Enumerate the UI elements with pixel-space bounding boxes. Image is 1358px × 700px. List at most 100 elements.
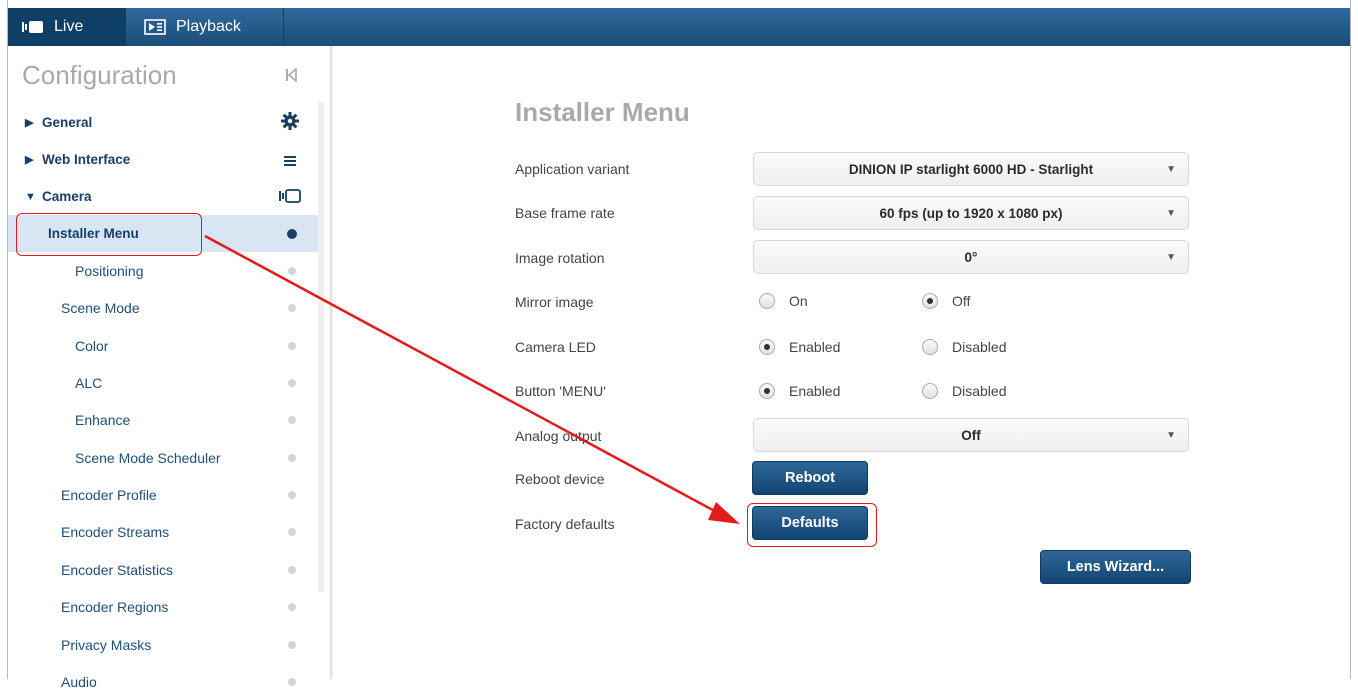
mirror-image-label: Mirror image <box>515 294 594 310</box>
sidebar-item-web-interface[interactable]: ▶ Web Interface <box>8 141 318 178</box>
dot-icon <box>288 640 296 649</box>
sidebar-item-enhance[interactable]: Enhance <box>8 401 318 438</box>
camera-led-disabled-radio[interactable]: Disabled <box>922 339 1006 355</box>
camera-led-label: Camera LED <box>515 339 596 355</box>
sidebar-item-audio[interactable]: Audio <box>8 663 318 700</box>
collapse-sidebar-icon[interactable] <box>285 67 297 87</box>
sidebar-item-privacy-masks[interactable]: Privacy Masks <box>8 626 318 663</box>
sidebar-item-general[interactable]: ▶ General <box>8 104 318 141</box>
camera-icon <box>22 20 44 34</box>
analog-output-label: Analog output <box>515 428 602 444</box>
image-rotation-select[interactable]: 0° ▼ <box>753 240 1189 274</box>
sidebar-item-encoder-profile[interactable]: Encoder Profile <box>8 476 318 513</box>
radio-checked-icon <box>922 293 938 309</box>
menu-lines-icon <box>284 154 296 169</box>
dot-icon <box>288 415 296 424</box>
select-value: Off <box>961 427 981 443</box>
radio-label: On <box>789 293 808 309</box>
select-value: DINION IP starlight 6000 HD - Starlight <box>848 161 1094 177</box>
sidebar-item-scene-mode-scheduler[interactable]: Scene Mode Scheduler <box>8 439 318 476</box>
sidebar-item-scene-mode[interactable]: Scene Mode <box>8 289 318 326</box>
sidebar-item-label: Scene Mode <box>61 299 140 316</box>
sidebar-divider <box>330 46 333 679</box>
base-frame-rate-select[interactable]: 60 fps (up to 1920 x 1080 px) ▼ <box>753 196 1189 230</box>
dot-icon <box>288 341 296 350</box>
sidebar-item-alc[interactable]: ALC <box>8 364 318 401</box>
radio-unchecked-icon <box>922 383 938 399</box>
sidebar-item-label: Web Interface <box>42 152 131 167</box>
sidebar-scrollbar[interactable] <box>318 102 324 592</box>
sidebar-item-label: Scene Mode Scheduler <box>75 449 221 466</box>
camera-icon <box>279 189 301 206</box>
radio-unchecked-icon <box>759 293 775 309</box>
sidebar-item-label: Encoder Regions <box>61 598 169 615</box>
defaults-button[interactable]: Defaults <box>752 506 868 540</box>
radio-label: Enabled <box>789 339 841 355</box>
dot-icon <box>288 453 296 462</box>
sidebar-title: Configuration <box>22 60 177 90</box>
radio-label: Off <box>952 293 971 309</box>
sidebar-item-label: Encoder Statistics <box>61 561 174 578</box>
radio-checked-icon <box>759 339 775 355</box>
button-menu-enabled-radio[interactable]: Enabled <box>759 383 840 399</box>
button-menu-label: Button 'MENU' <box>515 383 606 399</box>
sidebar-item-label: Privacy Masks <box>61 636 152 653</box>
reboot-button[interactable]: Reboot <box>752 461 868 495</box>
tab-playback[interactable]: Playback <box>126 8 284 46</box>
tab-live[interactable]: Live <box>8 8 126 46</box>
dot-icon <box>288 490 296 499</box>
gear-icon <box>281 112 299 133</box>
dot-icon <box>288 565 296 574</box>
sidebar-item-encoder-statistics[interactable]: Encoder Statistics <box>8 551 318 588</box>
sidebar-item-color[interactable]: Color <box>8 327 318 364</box>
button-menu-disabled-radio[interactable]: Disabled <box>922 383 1006 399</box>
playback-icon <box>144 19 166 35</box>
mirror-image-on-radio[interactable]: On <box>759 293 808 309</box>
dropdown-arrow-icon: ▼ <box>1166 208 1176 219</box>
base-frame-rate-label: Base frame rate <box>515 205 615 221</box>
sidebar-item-positioning[interactable]: Positioning <box>8 252 318 289</box>
arrow-head <box>708 502 740 524</box>
dropdown-arrow-icon: ▼ <box>1166 252 1176 263</box>
radio-label: Enabled <box>789 383 841 399</box>
camera-led-enabled-radio[interactable]: Enabled <box>759 339 840 355</box>
page-title: Installer Menu <box>515 97 690 127</box>
dot-icon <box>288 602 296 611</box>
lens-wizard-button[interactable]: Lens Wizard... <box>1040 550 1191 584</box>
dot-icon <box>288 378 296 387</box>
tab-live-label: Live <box>54 18 84 35</box>
factory-defaults-label: Factory defaults <box>515 516 615 532</box>
caret-right-icon: ▶ <box>25 154 34 166</box>
sidebar-item-label: Camera <box>42 189 92 204</box>
sidebar-item-encoder-streams[interactable]: Encoder Streams <box>8 513 318 550</box>
sidebar-item-label: Color <box>75 337 109 354</box>
config-sidebar: Configuration ▶ General ▶ Web Interface … <box>8 46 330 690</box>
sidebar-item-label: Enhance <box>75 411 131 428</box>
application-variant-select[interactable]: DINION IP starlight 6000 HD - Starlight … <box>753 152 1189 186</box>
select-value: 60 fps (up to 1920 x 1080 px) <box>879 205 1063 221</box>
sidebar-item-label: General <box>42 115 93 130</box>
dot-icon <box>288 527 296 536</box>
highlight-installer-menu <box>16 213 202 256</box>
image-rotation-label: Image rotation <box>515 250 605 266</box>
radio-label: Disabled <box>952 339 1007 355</box>
sidebar-item-label: ALC <box>75 374 103 391</box>
dropdown-arrow-icon: ▼ <box>1166 164 1176 175</box>
caret-down-icon: ▼ <box>25 190 36 203</box>
radio-label: Disabled <box>952 383 1007 399</box>
select-value: 0° <box>964 249 978 265</box>
radio-unchecked-icon <box>922 339 938 355</box>
caret-right-icon: ▶ <box>25 117 34 129</box>
tab-playback-label: Playback <box>176 18 241 35</box>
active-dot-icon <box>287 228 297 239</box>
dropdown-arrow-icon: ▼ <box>1166 430 1176 441</box>
sidebar-item-encoder-regions[interactable]: Encoder Regions <box>8 588 318 625</box>
analog-output-select[interactable]: Off ▼ <box>753 418 1189 452</box>
sidebar-item-label: Audio <box>61 673 97 690</box>
reboot-device-label: Reboot device <box>515 471 605 487</box>
window-border-right <box>1350 0 1351 679</box>
application-variant-label: Application variant <box>515 161 630 177</box>
dot-icon <box>288 303 296 312</box>
sidebar-item-camera[interactable]: ▼ Camera <box>8 178 318 215</box>
mirror-image-off-radio[interactable]: Off <box>922 293 970 309</box>
